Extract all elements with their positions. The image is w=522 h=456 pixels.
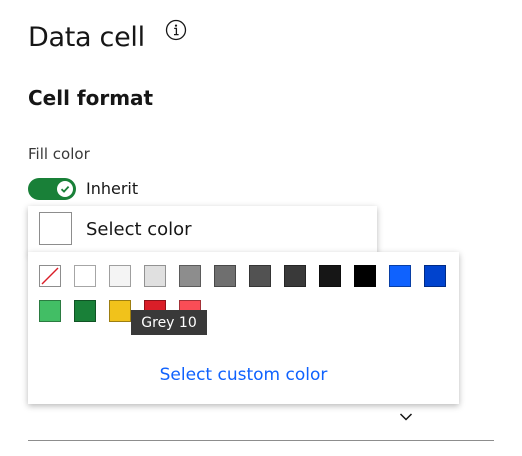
select-color-button[interactable]: Select color <box>28 206 377 254</box>
swatch-green-60[interactable] <box>74 300 96 322</box>
color-palette: Select custom color <box>28 252 459 404</box>
info-icon[interactable] <box>165 19 187 41</box>
inherit-toggle[interactable] <box>28 178 76 200</box>
fill-color-label: Fill color <box>28 145 90 163</box>
swatch-grey-60[interactable] <box>214 265 236 287</box>
swatch-grey-10[interactable] <box>109 265 131 287</box>
color-tooltip: Grey 10 <box>131 310 207 335</box>
toggle-knob <box>57 181 73 197</box>
selected-color-swatch <box>39 212 72 245</box>
swatch-blue-70[interactable] <box>424 265 446 287</box>
select-custom-color-link[interactable]: Select custom color <box>28 365 459 385</box>
section-title: Cell format <box>28 86 154 110</box>
swatch-black[interactable] <box>354 265 376 287</box>
swatch-white[interactable] <box>74 265 96 287</box>
swatch-grey-80[interactable] <box>284 265 306 287</box>
swatch-grey-20[interactable] <box>144 265 166 287</box>
swatch-blue-60[interactable] <box>389 265 411 287</box>
no-color-icon <box>41 267 59 285</box>
swatch-no-color[interactable] <box>39 265 61 287</box>
swatch-grey-70[interactable] <box>249 265 271 287</box>
swatch-yellow-30[interactable] <box>109 300 131 322</box>
swatch-grey-90[interactable] <box>319 265 341 287</box>
swatch-green-40[interactable] <box>39 300 61 322</box>
checkmark-icon <box>60 185 70 193</box>
swatch-grey-40[interactable] <box>179 265 201 287</box>
chevron-down-icon <box>399 413 413 421</box>
select-color-label: Select color <box>86 219 192 240</box>
page-title: Data cell <box>28 22 145 53</box>
inherit-label: Inherit <box>86 179 139 198</box>
